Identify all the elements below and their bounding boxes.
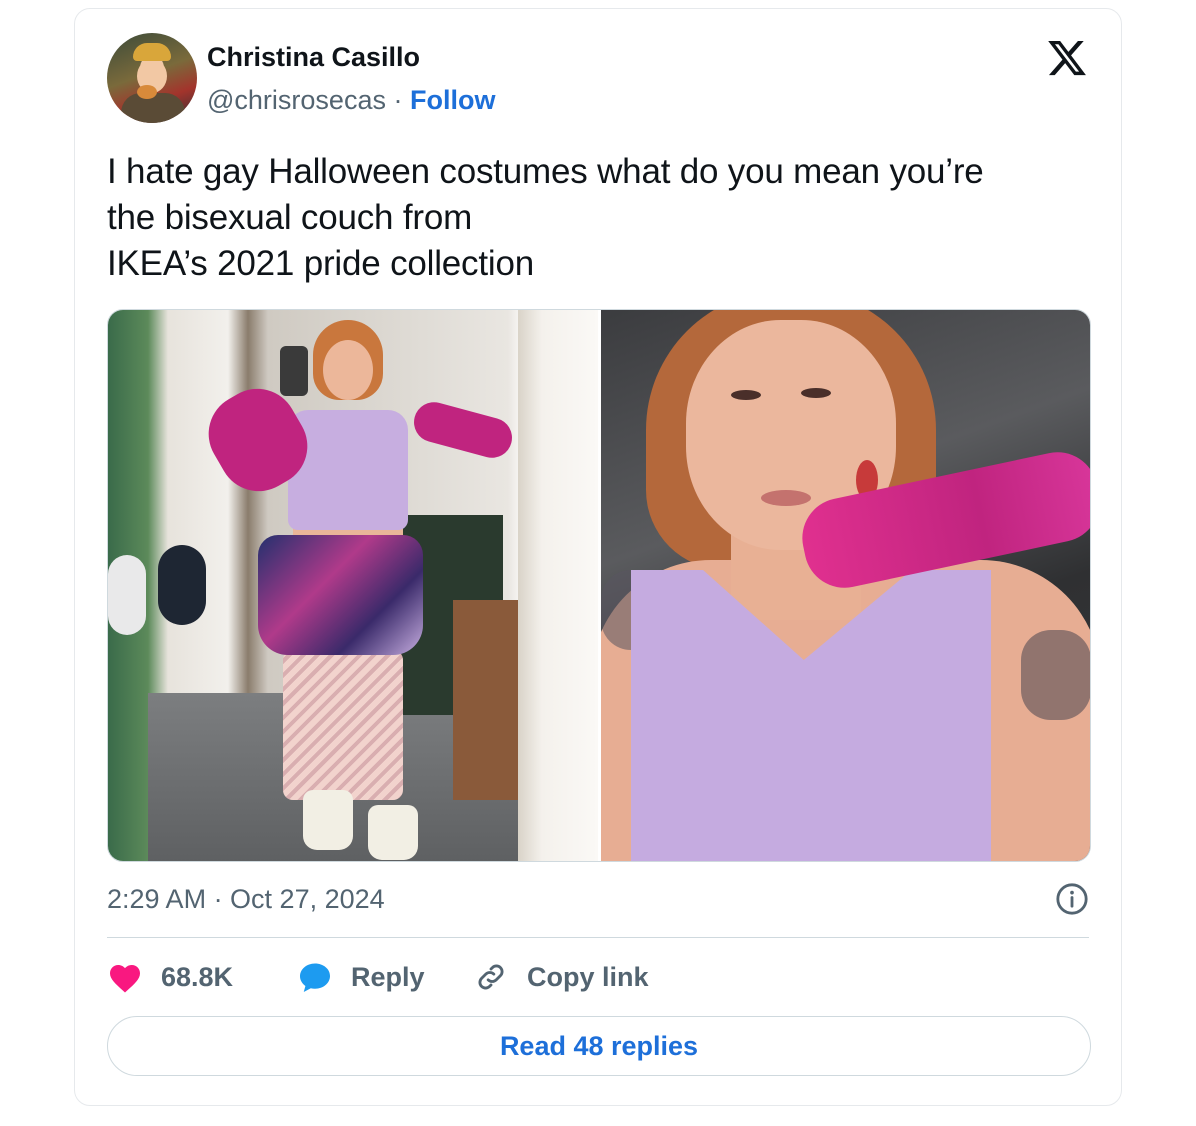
speech-bubble-icon: [300, 963, 330, 992]
heart-icon: [110, 965, 140, 993]
media-photo-1[interactable]: [108, 310, 598, 861]
tweet-line: the bisexual couch from: [107, 198, 473, 237]
copy-link-label: Copy link: [527, 961, 649, 992]
divider: [107, 937, 1089, 938]
handle-separator: ·: [385, 85, 410, 115]
author-name[interactable]: Christina Casillo: [207, 42, 420, 73]
action-bar: 68.8K Reply Copy link: [107, 957, 1091, 997]
follow-button[interactable]: Follow: [410, 85, 495, 115]
tweet-timestamp[interactable]: 2:29 AM · Oct 27, 2024: [107, 884, 385, 915]
reply-button[interactable]: Reply: [297, 957, 425, 997]
x-logo-icon[interactable]: [1045, 37, 1089, 79]
author-handle-row: @chrisrosecas · Follow: [207, 85, 495, 116]
avatar[interactable]: [107, 33, 197, 123]
author-handle[interactable]: @chrisrosecas: [207, 85, 386, 115]
reply-label: Reply: [351, 961, 425, 992]
tweet-text: I hate gay Halloween costumes what do yo…: [107, 149, 1087, 287]
like-button[interactable]: 68.8K: [107, 957, 233, 997]
media-photo-2[interactable]: [601, 310, 1090, 861]
copy-link-button[interactable]: Copy link: [473, 957, 649, 997]
link-icon: [478, 964, 504, 990]
info-icon[interactable]: [1055, 882, 1089, 916]
tweet-card: Christina Casillo @chrisrosecas · Follow…: [74, 8, 1122, 1106]
like-count: 68.8K: [161, 961, 234, 992]
tweet-line: IKEA’s 2021 pride collection: [107, 244, 534, 283]
tweet-media: [107, 309, 1091, 862]
read-replies-button[interactable]: Read 48 replies: [107, 1016, 1091, 1076]
tweet-line: I hate gay Halloween costumes what do yo…: [107, 152, 984, 191]
